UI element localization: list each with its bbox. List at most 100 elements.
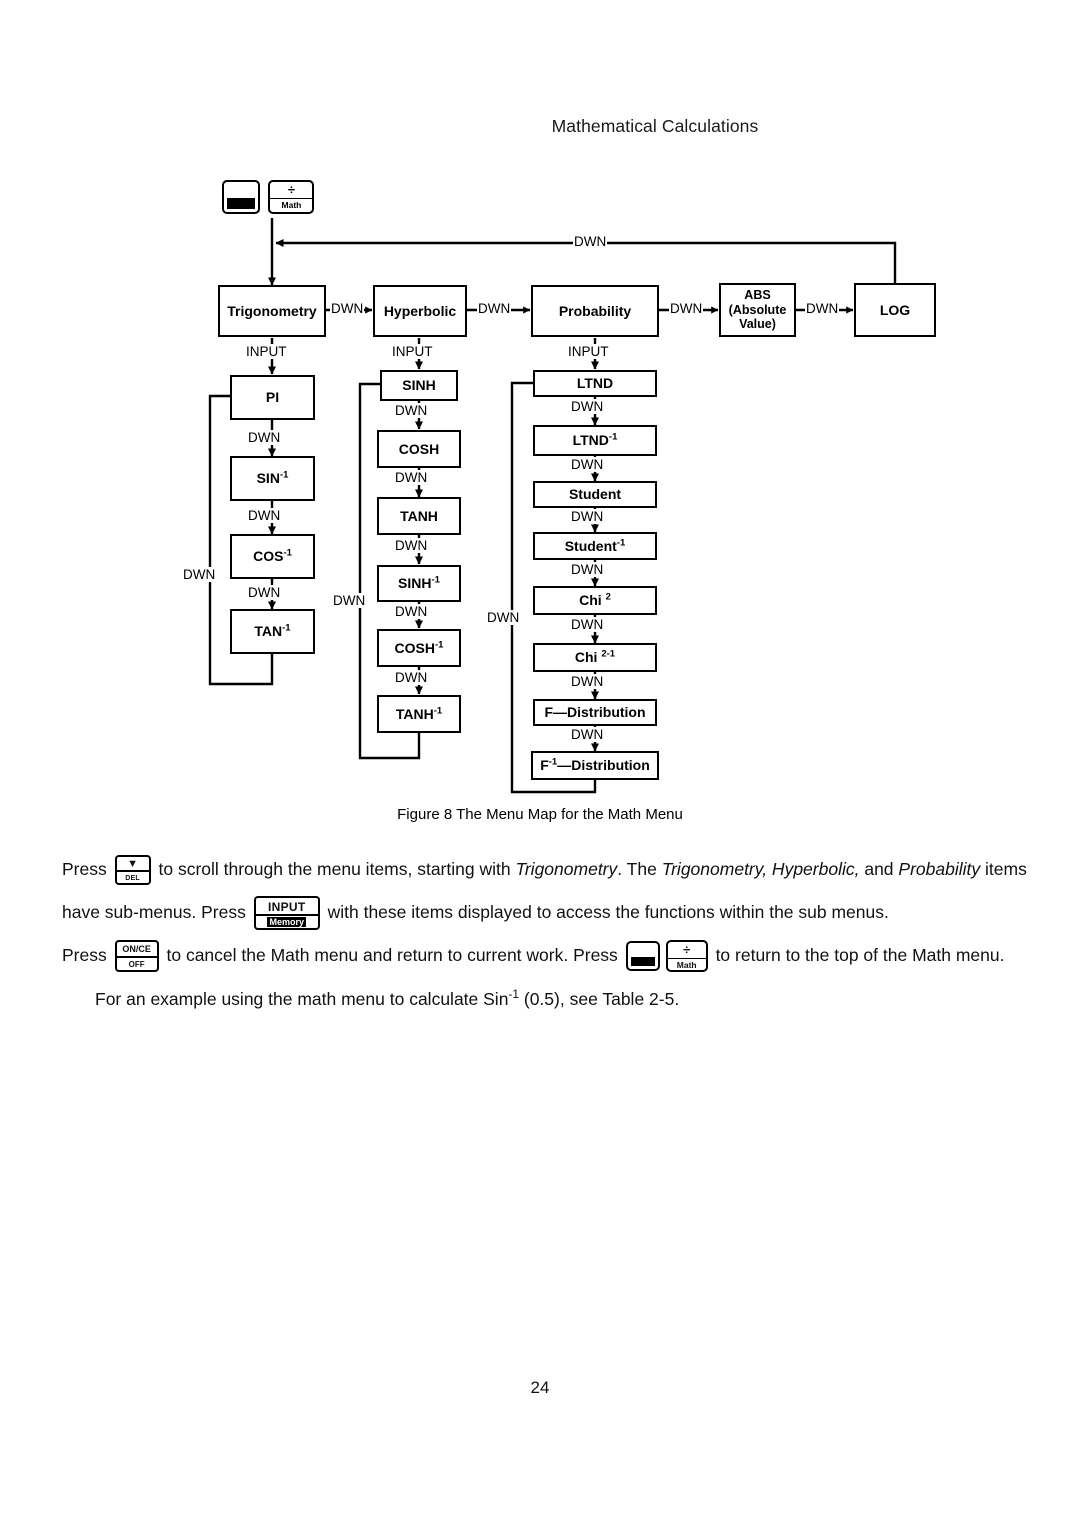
para2-text-a: Press: [62, 945, 107, 965]
node-tanh-inverse: TANH-1: [377, 695, 461, 733]
para1-text-c: . The: [617, 859, 657, 879]
edge-label-dwn-prob-abs: DWN: [669, 301, 704, 316]
page-number: 24: [530, 1378, 550, 1397]
edge-label-dwn-ltndinv-student: DWN: [570, 457, 605, 472]
shift-key-icon: [222, 180, 260, 214]
node-label: SINH: [402, 377, 436, 394]
edge-label-dwn-ltnd-ltndinv: DWN: [570, 399, 605, 414]
node-label-line1: ABS: [744, 287, 771, 302]
para1-text-a: Press: [62, 859, 107, 879]
math-key-divide-symbol: ÷: [667, 942, 706, 960]
figure-top-keys: ÷ Math: [222, 180, 318, 214]
edge-label-input-prob: INPUT: [567, 344, 610, 359]
document-page: Mathematical Calculations ÷ Math Trigono…: [0, 0, 1080, 1528]
node-sinh-inverse: SINH-1: [377, 565, 461, 602]
down-arrow-icon: ▼: [116, 857, 149, 873]
paragraph-example-reference: For an example using the math menu to ca…: [95, 978, 1055, 1021]
node-label-line3: Value): [739, 317, 776, 332]
math-key-icon: ÷ Math: [268, 180, 315, 214]
node-student: Student: [533, 481, 657, 508]
node-abs: ABS (Absolute Value): [719, 283, 796, 337]
node-label: LOG: [879, 301, 911, 318]
para1-text-f: with these items displayed to access the…: [327, 902, 889, 922]
node-label: Probability: [558, 302, 632, 319]
node-cosh: COSH: [377, 430, 461, 468]
para3-text-b: (0.5), see Table 2-5.: [523, 989, 680, 1009]
node-sin-inverse: SIN-1: [230, 456, 315, 501]
edge-label-dwn-return: DWN: [573, 234, 608, 249]
node-label: TAN: [254, 623, 283, 640]
node-cosh-inverse: COSH-1: [377, 629, 461, 667]
edge-label-dwn-student-studentinv: DWN: [570, 509, 605, 524]
node-label-superscript: -1: [608, 431, 618, 443]
node-label: LTND: [572, 432, 609, 449]
node-label-superscript: -1: [283, 547, 292, 559]
edge-label-dwn-tanh-sinhinv: DWN: [394, 538, 429, 553]
node-cos-inverse: COS-1: [230, 534, 315, 579]
input-key-label: INPUT: [255, 898, 318, 917]
node-chi-squared: Chi 2: [533, 586, 657, 615]
node-label-superscript: -1: [434, 639, 444, 651]
node-hyperbolic: Hyperbolic: [373, 285, 467, 337]
node-label: Trigonometry: [227, 302, 317, 319]
node-label-superscript: 2-1: [601, 648, 616, 660]
node-label-superscript: -1: [616, 537, 626, 549]
node-log: LOG: [854, 283, 936, 337]
off-key-label: OFF: [128, 960, 145, 970]
node-tan-inverse: TAN-1: [230, 609, 315, 654]
node-f-inverse-distribution: F-1—Distribution: [531, 751, 659, 780]
figure-caption: Figure 8 The Menu Map for the Math Menu: [397, 806, 683, 823]
menu-map-figure: ÷ Math Trigonometry Hyperbolic Probabili…: [0, 0, 1080, 840]
edge-label-dwn-pi-sin: DWN: [247, 430, 282, 445]
edge-label-dwn-sinhinv-coshinv: DWN: [394, 604, 429, 619]
node-label-superscript: -1: [282, 622, 291, 634]
edge-label-dwn-cos-tan: DWN: [247, 585, 282, 600]
node-label-superscript: -1: [548, 756, 558, 768]
edge-label-dwn-fdist-finvdist: DWN: [570, 727, 605, 742]
node-f-distribution: F—Distribution: [533, 699, 657, 726]
node-label: TANH: [395, 705, 434, 722]
node-label: COSH: [398, 440, 440, 457]
edge-label-dwn-cosh-tanh: DWN: [394, 470, 429, 485]
node-label: COSH: [394, 639, 435, 656]
node-label: PI: [265, 389, 280, 406]
para1-term-trigonometry: Trigonometry: [515, 859, 618, 879]
edge-label-dwn-hyp-loop: DWN: [332, 593, 367, 608]
del-key-label: DEL: [125, 875, 140, 883]
edge-label-dwn-coshinv-tanhinv: DWN: [394, 670, 429, 685]
node-chi-squared-inverse: Chi 2-1: [533, 643, 657, 672]
node-student-inverse: Student-1: [533, 532, 657, 560]
node-ltnd-inverse: LTND-1: [533, 425, 657, 456]
node-ltnd: LTND: [533, 370, 657, 397]
memory-key-label: Memory: [267, 917, 306, 928]
math-key-label: Math: [281, 200, 302, 210]
edge-label-dwn-hyp-prob: DWN: [477, 301, 512, 316]
edge-label-dwn-trig-loop: DWN: [182, 567, 217, 582]
math-key-divide-symbol: ÷: [270, 182, 313, 199]
paragraph-scroll-instructions: Press ▼ DEL to scroll through the menu i…: [62, 848, 1052, 934]
node-label: F: [540, 757, 549, 774]
para3-text-a: For an example using the math menu to ca…: [95, 989, 509, 1009]
node-label: Chi: [574, 649, 602, 666]
edge-label-dwn-prob-loop: DWN: [486, 610, 521, 625]
edge-label-input-trig: INPUT: [245, 344, 288, 359]
edge-label-dwn-abs-log: DWN: [805, 301, 840, 316]
node-label: F—Distribution: [544, 704, 646, 721]
node-label-line2: (Absolute: [728, 302, 787, 317]
edge-label-dwn-trig-hyp: DWN: [330, 301, 365, 316]
node-label: Student: [564, 537, 617, 554]
node-label: Hyperbolic: [383, 302, 457, 319]
para2-text-c: to return to the top of the Math menu.: [715, 945, 1005, 965]
node-label: LTND: [576, 375, 614, 392]
node-sinh: SINH: [380, 370, 458, 401]
para1-text-b: to scroll through the menu items, starti…: [158, 859, 511, 879]
edge-label-dwn-chiinv-fdist: DWN: [570, 674, 605, 689]
node-label-superscript: -1: [279, 469, 289, 481]
math-key-icon-inline: ÷ Math: [665, 940, 708, 973]
edge-label-input-hyp: INPUT: [391, 344, 434, 359]
node-label: Chi: [579, 592, 606, 609]
para2-text-b: to cancel the Math menu and return to cu…: [166, 945, 618, 965]
node-trigonometry: Trigonometry: [218, 285, 326, 337]
shift-key-icon-inline: [625, 941, 660, 972]
node-label: Student: [568, 486, 622, 503]
